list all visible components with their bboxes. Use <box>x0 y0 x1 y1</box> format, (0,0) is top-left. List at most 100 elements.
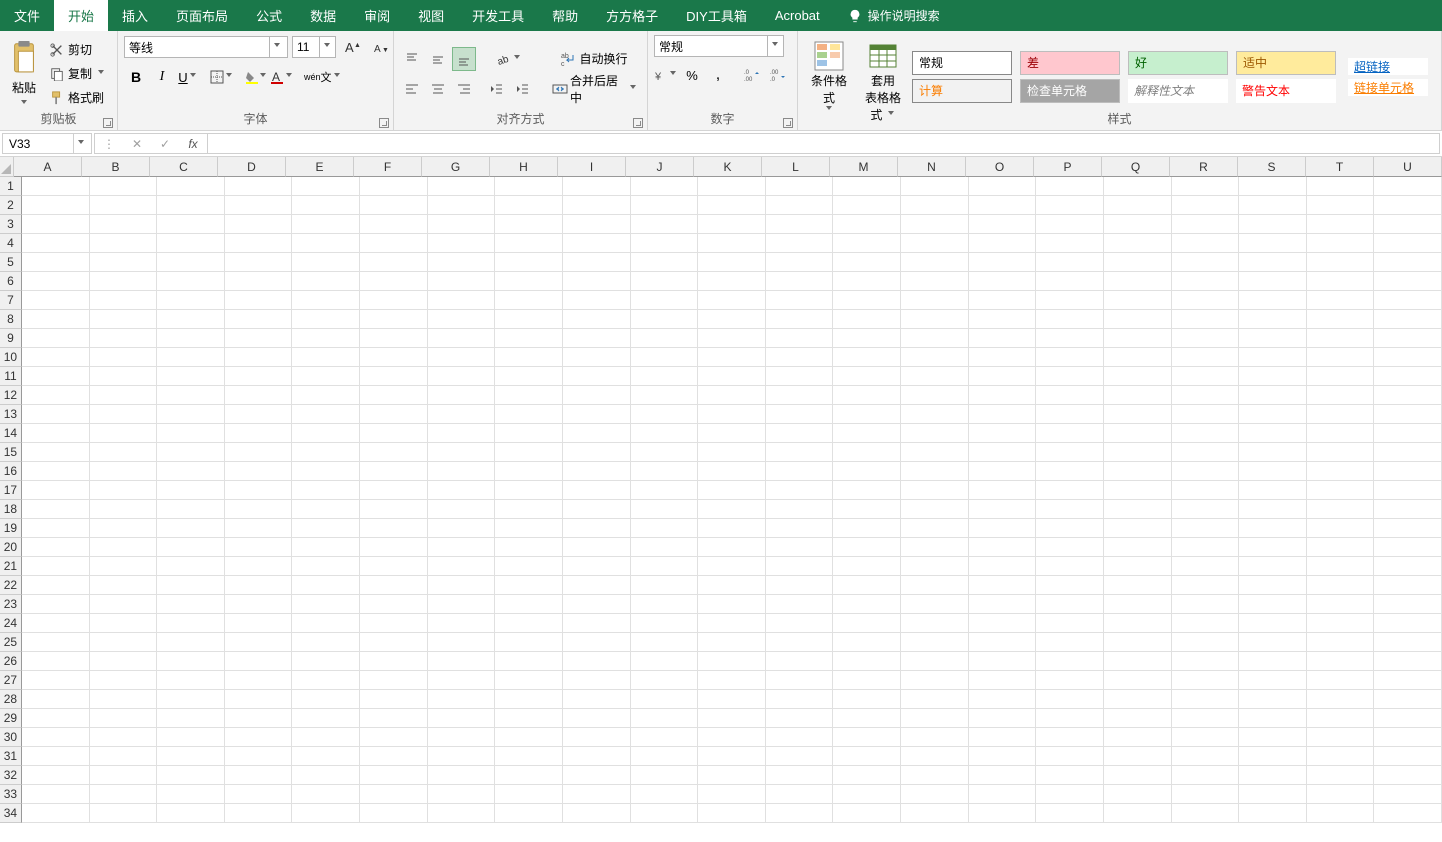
cell[interactable] <box>631 253 699 272</box>
cell[interactable] <box>292 519 360 538</box>
cell[interactable] <box>1239 196 1307 215</box>
cell[interactable] <box>495 462 563 481</box>
cell[interactable] <box>157 348 225 367</box>
cell[interactable] <box>428 652 496 671</box>
cell[interactable] <box>969 196 1037 215</box>
cell[interactable] <box>1172 196 1240 215</box>
tab-data[interactable]: 数据 <box>296 0 350 31</box>
cell[interactable] <box>157 633 225 652</box>
cell[interactable] <box>495 671 563 690</box>
cell[interactable] <box>1239 272 1307 291</box>
cell[interactable] <box>495 595 563 614</box>
name-box[interactable] <box>2 133 92 154</box>
comma-button[interactable]: , <box>706 63 730 87</box>
cell[interactable] <box>495 443 563 462</box>
cell[interactable] <box>90 766 158 785</box>
style-normal[interactable]: 常规 <box>912 51 1012 75</box>
column-header[interactable]: A <box>14 157 82 177</box>
cell[interactable] <box>631 329 699 348</box>
cell[interactable] <box>1374 405 1442 424</box>
cell[interactable] <box>901 329 969 348</box>
name-box-input[interactable] <box>3 137 73 151</box>
cell[interactable] <box>766 386 834 405</box>
cell[interactable] <box>1104 424 1172 443</box>
cell[interactable] <box>1104 272 1172 291</box>
cell[interactable] <box>495 424 563 443</box>
increase-indent-button[interactable] <box>510 77 534 101</box>
cell[interactable] <box>969 367 1037 386</box>
cell[interactable] <box>1239 234 1307 253</box>
cell[interactable] <box>292 557 360 576</box>
row-header[interactable]: 18 <box>0 500 22 519</box>
cell[interactable] <box>631 766 699 785</box>
cell[interactable] <box>901 785 969 804</box>
cell[interactable] <box>157 538 225 557</box>
cell[interactable] <box>1172 652 1240 671</box>
cell[interactable] <box>22 386 90 405</box>
row-header[interactable]: 27 <box>0 671 22 690</box>
cell[interactable] <box>631 367 699 386</box>
cell[interactable] <box>698 462 766 481</box>
cell[interactable] <box>969 405 1037 424</box>
cell[interactable] <box>563 196 631 215</box>
cell[interactable] <box>833 196 901 215</box>
cell[interactable] <box>1172 386 1240 405</box>
cell[interactable] <box>1172 329 1240 348</box>
cell[interactable] <box>698 690 766 709</box>
cell[interactable] <box>1307 766 1375 785</box>
cell[interactable] <box>833 538 901 557</box>
cell[interactable] <box>1374 652 1442 671</box>
tab-home[interactable]: 开始 <box>54 0 108 31</box>
cell[interactable] <box>1172 557 1240 576</box>
cell[interactable] <box>833 595 901 614</box>
cell[interactable] <box>698 652 766 671</box>
cell[interactable] <box>225 690 293 709</box>
font-size-input[interactable] <box>293 40 319 54</box>
cell[interactable] <box>292 215 360 234</box>
cell[interactable] <box>360 728 428 747</box>
cell[interactable] <box>157 310 225 329</box>
cell[interactable] <box>901 253 969 272</box>
cell[interactable] <box>1036 272 1104 291</box>
cell[interactable] <box>969 443 1037 462</box>
cell[interactable] <box>157 443 225 462</box>
cell[interactable] <box>90 690 158 709</box>
cell[interactable] <box>1036 234 1104 253</box>
cell[interactable] <box>90 367 158 386</box>
cell[interactable] <box>1374 196 1442 215</box>
cell[interactable] <box>766 215 834 234</box>
row-header[interactable]: 23 <box>0 595 22 614</box>
cell[interactable] <box>495 652 563 671</box>
cell[interactable] <box>360 519 428 538</box>
cell[interactable] <box>292 272 360 291</box>
cell[interactable] <box>698 177 766 196</box>
increase-font-button[interactable]: A▲ <box>340 35 364 59</box>
cell[interactable] <box>969 310 1037 329</box>
cell[interactable] <box>225 538 293 557</box>
cell[interactable] <box>1104 215 1172 234</box>
cell[interactable] <box>1374 557 1442 576</box>
cell[interactable] <box>563 728 631 747</box>
cell[interactable] <box>563 177 631 196</box>
cell[interactable] <box>292 253 360 272</box>
row-header[interactable]: 13 <box>0 405 22 424</box>
cell[interactable] <box>833 253 901 272</box>
cell[interactable] <box>90 728 158 747</box>
cell[interactable] <box>1307 690 1375 709</box>
cell[interactable] <box>1104 690 1172 709</box>
cell[interactable] <box>292 633 360 652</box>
style-neutral[interactable]: 适中 <box>1236 51 1336 75</box>
cell[interactable] <box>1172 462 1240 481</box>
style-good[interactable]: 好 <box>1128 51 1228 75</box>
cell[interactable] <box>292 595 360 614</box>
cell[interactable] <box>563 500 631 519</box>
cell[interactable] <box>969 253 1037 272</box>
row-header[interactable]: 2 <box>0 196 22 215</box>
cell[interactable] <box>428 804 496 823</box>
cell[interactable] <box>766 196 834 215</box>
row-header[interactable]: 29 <box>0 709 22 728</box>
cell[interactable] <box>698 538 766 557</box>
cell[interactable] <box>1307 538 1375 557</box>
cell[interactable] <box>698 785 766 804</box>
font-name-dropdown[interactable] <box>269 37 283 57</box>
